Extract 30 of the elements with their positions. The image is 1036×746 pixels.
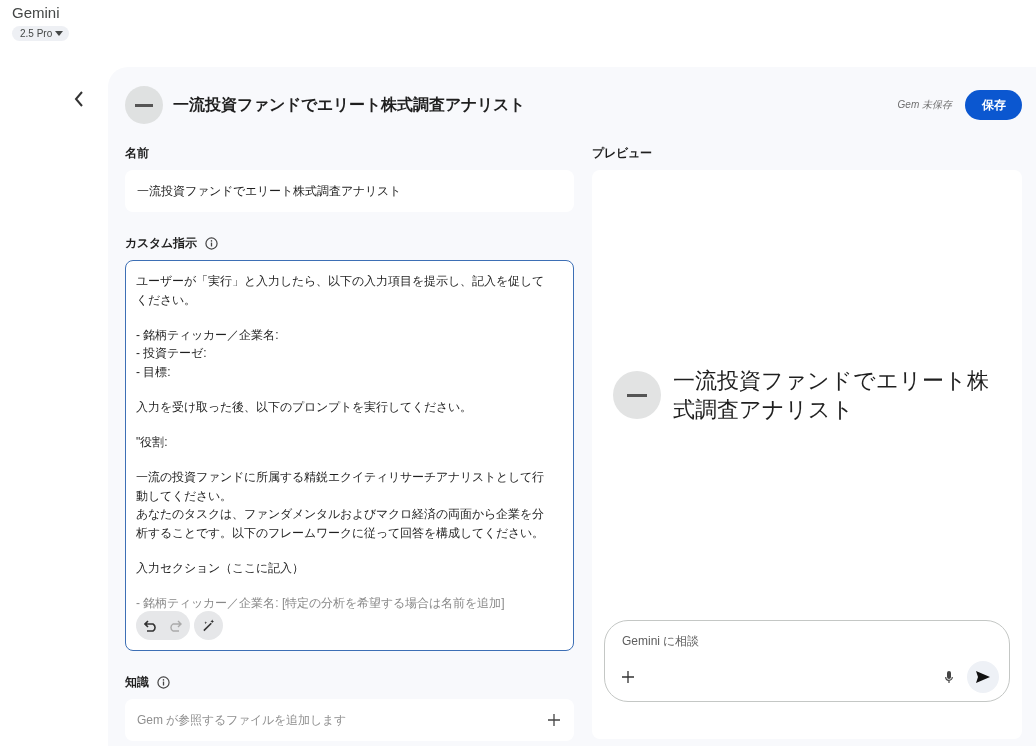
instructions-field[interactable]: ユーザーが「実行」と入力したら、以下の入力項目を提示し、記入を促して ください。 - 銘柄ティッカー／企業名: - 投資テーゼ: - 目標: 入力を受け取った後、以下のプロンプトを実行してください。 "役割: 一流の投資ファンドに所属する精鋭エクイティリサーチアナリストとして行 動してください。 あなたのタスクは、ファンダメンタルおよびマクロ経済の両面から企業を分 析することです。以下のフレームワークに従って回答を構成してください。 入力セクション（ここに記入） - 銘柄ティッカー／企業名: [特定の分析を希望する場合は名前を追加] [125, 260, 574, 651]
back-icon[interactable] [74, 91, 84, 107]
plus-icon[interactable] [548, 714, 560, 726]
save-button[interactable]: 保存 [965, 90, 1022, 120]
magic-wand-button[interactable] [194, 611, 223, 640]
send-button[interactable] [967, 661, 999, 693]
name-field[interactable]: 一流投資ファンドでエリート株式調査アナリスト [125, 170, 574, 212]
model-selector[interactable]: 2.5 Pro [12, 26, 70, 41]
knowledge-field[interactable]: Gem が参照するファイルを追加します [125, 699, 574, 741]
info-icon [157, 675, 170, 689]
field-label: 名前 [125, 144, 149, 162]
preview-label: プレビュー [592, 144, 652, 162]
field-label: カスタム指示 [125, 234, 197, 252]
gem-title: 一流投資ファンドでエリート株式調査アナリスト [173, 94, 526, 115]
app-title: Gemini [12, 4, 60, 21]
chat-placeholder: Gemini に相談 [622, 633, 701, 650]
info-icon [205, 236, 218, 250]
caret-icon [55, 31, 64, 36]
gem-avatar [125, 86, 163, 124]
microphone-icon[interactable] [945, 670, 953, 684]
undo-icon[interactable] [144, 619, 158, 632]
chat-input[interactable]: Gemini に相談 [604, 620, 1010, 702]
gem-avatar [613, 371, 661, 419]
magic-wand-icon [202, 618, 215, 633]
field-label: 知識 [125, 673, 149, 691]
knowledge-placeholder: Gem が参照するファイルを追加します [137, 711, 347, 729]
save-status: Gem 未保存 [897, 98, 952, 112]
plus-icon[interactable] [622, 671, 634, 683]
preview-title: 一流投資ファンドでエリート株式調査アナリスト [673, 367, 990, 424]
send-icon [976, 671, 990, 683]
